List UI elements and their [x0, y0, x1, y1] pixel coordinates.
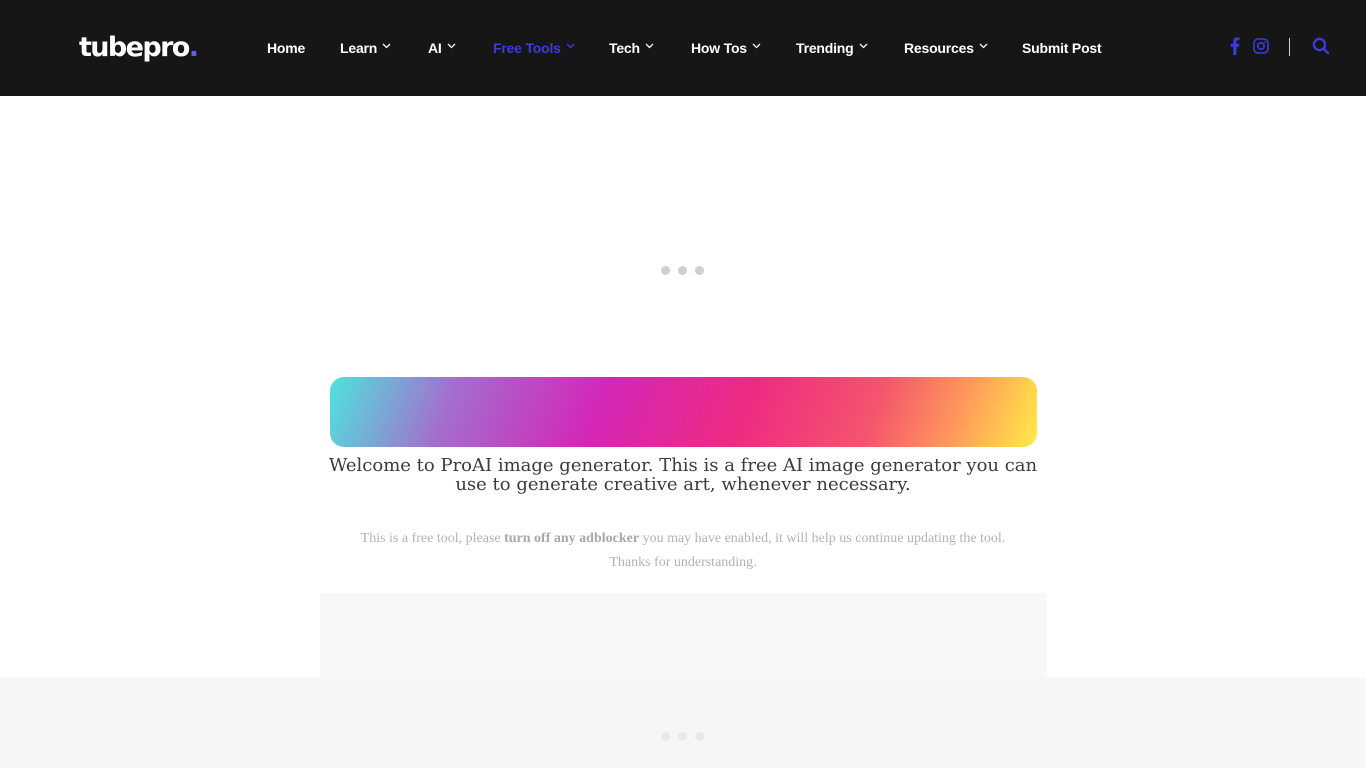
chevron-down-icon: [979, 38, 989, 58]
nav-item-label: AI: [428, 40, 442, 56]
nav-item-label: Resources: [904, 40, 974, 56]
site-header: tubepro. Home Learn AI Free Tools Tech H…: [0, 0, 1366, 96]
chevron-down-icon: [859, 38, 869, 58]
chevron-down-icon: [566, 38, 576, 58]
sticky-ad-bar: [0, 678, 1366, 768]
notice-text-end: you may have enabled, it will help us co…: [639, 531, 1006, 546]
header-divider: [1289, 38, 1290, 56]
nav-item-label: Submit Post: [1022, 40, 1102, 56]
nav-item-label: Free Tools: [493, 40, 561, 56]
nav-item-tech[interactable]: Tech: [609, 38, 655, 58]
nav-item-ai[interactable]: AI: [428, 38, 457, 58]
nav-item-trending[interactable]: Trending: [796, 38, 869, 58]
notice-emphasis: turn off any adblocker: [504, 531, 640, 546]
nav-item-label: Tech: [609, 40, 640, 56]
main-nav: Home Learn AI Free Tools Tech How Tos Tr…: [0, 0, 1366, 96]
footer-loading-indicator: [661, 732, 705, 742]
loading-dot: [661, 732, 670, 741]
chevron-down-icon: [645, 38, 655, 58]
nav-item-label: Trending: [796, 40, 854, 56]
nav-item-home[interactable]: Home: [267, 38, 305, 58]
nav-item-label: Learn: [340, 40, 378, 56]
nav-item-submit-post[interactable]: Submit Post: [1022, 38, 1102, 58]
chevron-down-icon: [447, 38, 457, 58]
welcome-text: Welcome to ProAI image generator. This i…: [328, 455, 1038, 495]
notice-thanks: Thanks for understanding.: [609, 555, 757, 570]
nav-item-label: Home: [267, 40, 306, 56]
search-icon[interactable]: [1312, 36, 1330, 58]
nav-item-free-tools[interactable]: Free Tools: [493, 38, 576, 58]
nav-item-how-tos[interactable]: How Tos: [691, 38, 762, 58]
loading-dot: [661, 266, 670, 275]
loading-dot: [695, 266, 704, 275]
nav-item-resources[interactable]: Resources: [904, 38, 989, 58]
notice-text: This is a free tool, please: [360, 531, 505, 546]
ad-loading-indicator: [661, 266, 705, 276]
nav-item-label: How Tos: [691, 40, 747, 56]
chevron-down-icon: [382, 38, 392, 58]
adblock-notice: This is a free tool, please turn off any…: [330, 527, 1036, 575]
loading-dot: [695, 732, 704, 741]
loading-dot: [678, 732, 687, 741]
chevron-down-icon: [752, 38, 762, 58]
loading-dot: [678, 266, 687, 275]
instagram-icon[interactable]: [1253, 36, 1269, 58]
gradient-banner: [330, 377, 1037, 447]
facebook-icon[interactable]: [1230, 36, 1240, 58]
nav-item-learn[interactable]: Learn: [340, 38, 392, 58]
